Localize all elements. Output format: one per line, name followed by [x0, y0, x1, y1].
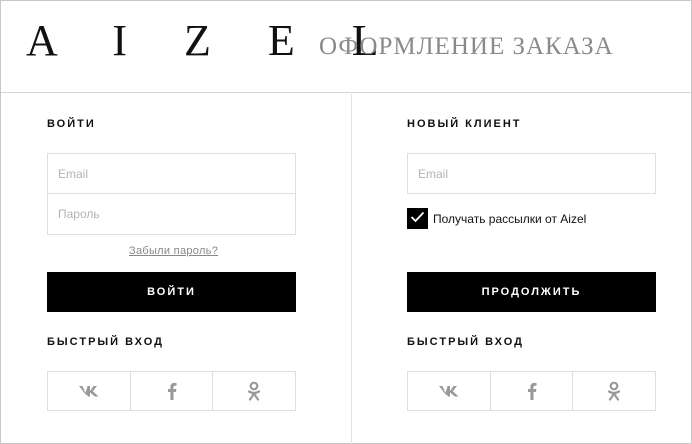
checkmark-icon — [410, 210, 425, 228]
checkout-page: A I Z E L ОФОРМЛЕНИЕ ЗАКАЗА ВОЙТИ Забыли… — [0, 0, 692, 444]
vk-login-button[interactable] — [48, 372, 131, 410]
vk-icon — [438, 384, 460, 398]
vk-icon — [78, 384, 100, 398]
facebook-login-button[interactable] — [131, 372, 214, 410]
quick-login-heading: БЫСТРЫЙ ВХОД — [47, 336, 164, 348]
odnoklassniki-icon — [247, 381, 261, 401]
login-email-field[interactable] — [47, 153, 296, 194]
facebook-icon — [527, 382, 537, 400]
facebook-login-button[interactable] — [491, 372, 574, 410]
quick-login-social-row — [407, 371, 656, 411]
odnoklassniki-icon — [607, 381, 621, 401]
page-title: ОФОРМЛЕНИЕ ЗАКАЗА — [319, 33, 614, 60]
login-password-field[interactable] — [47, 194, 296, 235]
facebook-icon — [167, 382, 177, 400]
quick-login-heading: БЫСТРЫЙ ВХОД — [407, 336, 524, 348]
quick-login-social-row — [47, 371, 296, 411]
page-header: A I Z E L ОФОРМЛЕНИЕ ЗАКАЗА — [1, 1, 691, 93]
column-divider — [351, 94, 352, 444]
login-heading: ВОЙТИ — [47, 118, 96, 130]
continue-button[interactable]: ПРОДОЛЖИТЬ — [407, 272, 656, 312]
new-client-email-field[interactable] — [407, 153, 656, 194]
login-button[interactable]: ВОЙТИ — [47, 272, 296, 312]
forgot-password-link[interactable]: Забыли пароль? — [129, 245, 218, 257]
new-client-heading: НОВЫЙ КЛИЕНТ — [407, 118, 522, 130]
odnoklassniki-login-button[interactable] — [573, 372, 655, 410]
odnoklassniki-login-button[interactable] — [213, 372, 295, 410]
vk-login-button[interactable] — [408, 372, 491, 410]
newsletter-checkbox[interactable] — [407, 208, 428, 229]
newsletter-label[interactable]: Получать рассылки от Aizel — [433, 211, 586, 227]
